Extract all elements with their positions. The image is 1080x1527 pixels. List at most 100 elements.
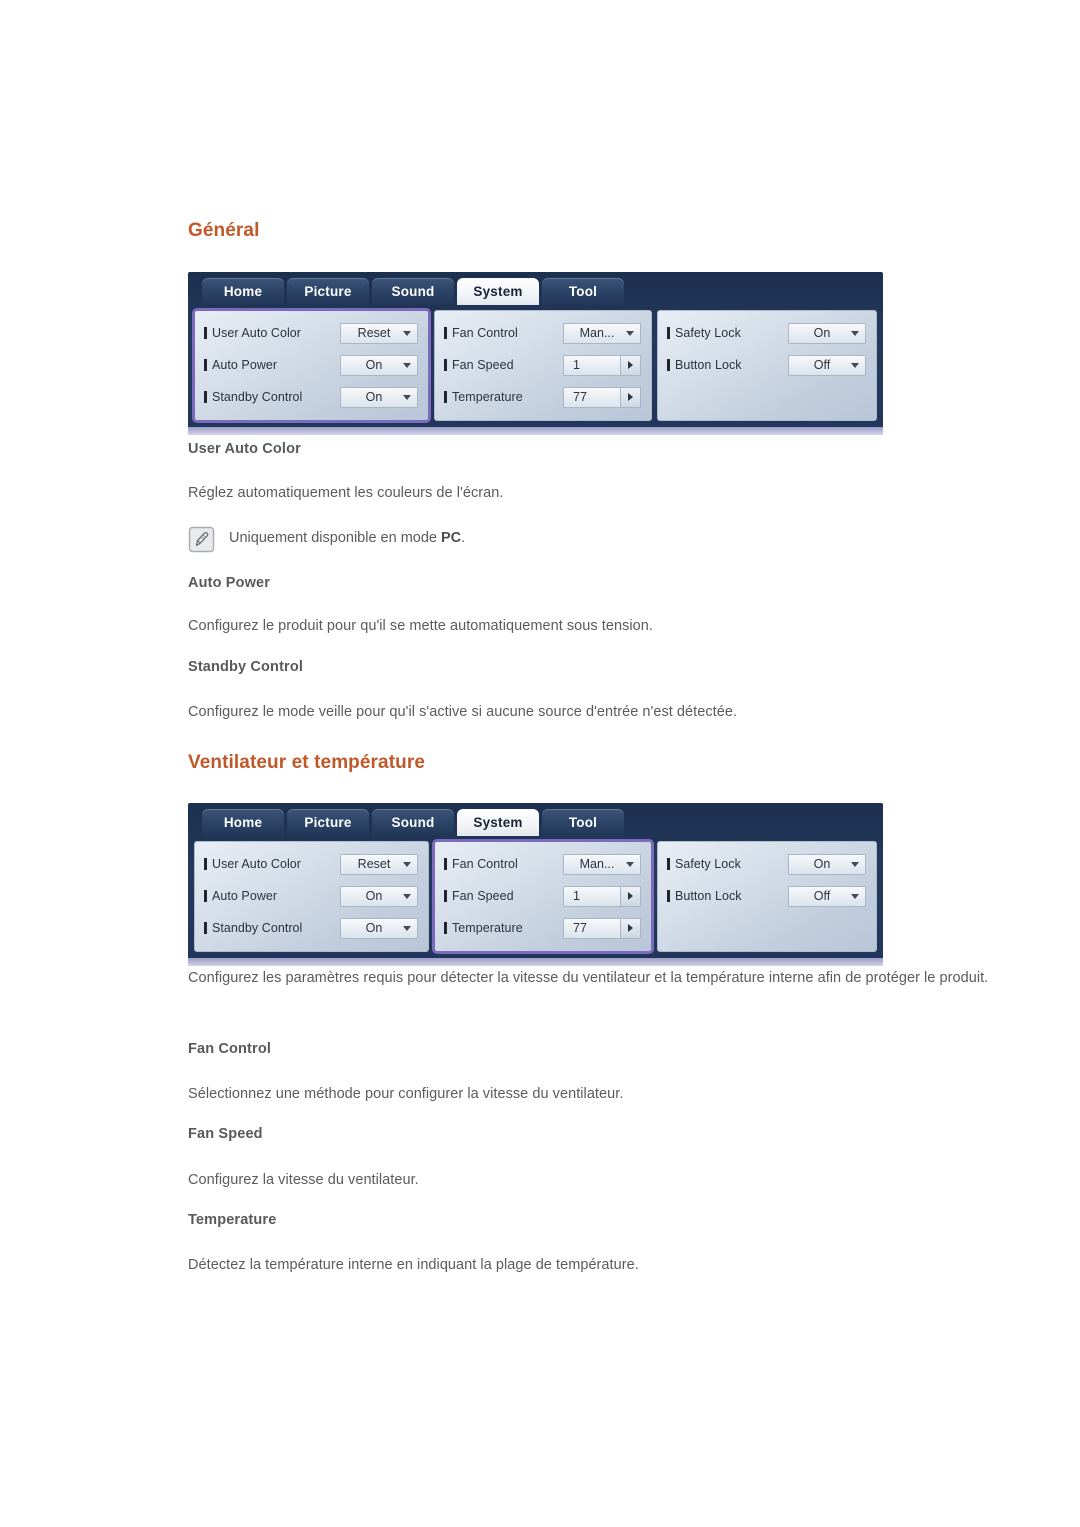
- osd-dropdown-user-auto-color[interactable]: Reset: [340, 853, 418, 875]
- osd-stepper-fan-speed[interactable]: 1: [563, 354, 641, 376]
- osd-tab-home[interactable]: Home: [202, 809, 284, 836]
- osd-screenshot-general: Home Picture Sound System Tool User Auto…: [188, 272, 883, 435]
- osd-label-standby-control: Standby Control: [204, 921, 340, 935]
- osd-tab-home-label: Home: [223, 815, 263, 830]
- stepper-right-button[interactable]: [620, 918, 640, 938]
- osd-tab-bar: Home Picture Sound System Tool: [188, 272, 883, 305]
- osd-dropdown-standby-control[interactable]: On: [340, 386, 418, 408]
- body-text-fan-control: Sélectionnez une méthode pour configurer…: [188, 1086, 624, 1102]
- sub-heading-user-auto-color: User Auto Color: [188, 441, 301, 457]
- chevron-down-icon: [626, 330, 634, 336]
- osd-dropdown-user-auto-color[interactable]: Reset: [340, 322, 418, 344]
- chevron-down-icon: [403, 362, 411, 368]
- osd-panel: Home Picture Sound System Tool User Auto…: [188, 272, 883, 427]
- section-heading-general: Général: [188, 220, 260, 241]
- osd-tab-home[interactable]: Home: [202, 278, 284, 305]
- osd-tab-system[interactable]: System: [457, 809, 539, 836]
- osd-body: User Auto Color Reset Auto Power On Stan…: [188, 836, 883, 958]
- osd-row-auto-power: Auto Power On: [204, 883, 418, 909]
- osd-row-fan-speed: Fan Speed 1: [444, 352, 641, 378]
- osd-row-safety-lock: Safety Lock On: [667, 851, 866, 877]
- osd-dropdown-safety-lock[interactable]: On: [788, 853, 866, 875]
- section-heading-fan: Ventilateur et température: [188, 752, 426, 773]
- osd-tab-tool[interactable]: Tool: [542, 278, 624, 305]
- note-text-after: .: [461, 530, 466, 546]
- osd-tab-home-label: Home: [223, 284, 263, 299]
- bullet-icon: [667, 890, 670, 902]
- osd-row-temperature: Temperature 77: [444, 915, 641, 941]
- chevron-down-icon: [626, 861, 634, 867]
- osd-label-user-auto-color: User Auto Color: [204, 326, 340, 340]
- osd-label-safety-lock: Safety Lock: [667, 326, 788, 340]
- osd-tab-picture[interactable]: Picture: [287, 278, 369, 305]
- osd-panel-shadow: [188, 427, 883, 435]
- osd-row-fan-control: Fan Control Man...: [444, 320, 641, 346]
- osd-column-lock: Safety Lock On Button Lock Off: [657, 841, 877, 952]
- osd-dropdown-fan-control[interactable]: Man...: [563, 322, 641, 344]
- osd-label-fan-speed: Fan Speed: [444, 889, 563, 903]
- osd-stepper-temperature[interactable]: 77: [563, 386, 641, 408]
- sub-heading-fan-control: Fan Control: [188, 1041, 272, 1057]
- note-callout: Uniquement disponible en mode PC.: [188, 525, 465, 553]
- sub-heading-temperature: Temperature: [188, 1212, 277, 1228]
- body-text-fan-speed: Configurez la vitesse du ventilateur.: [188, 1172, 419, 1188]
- bullet-icon: [444, 327, 447, 339]
- osd-tab-sound-label: Sound: [391, 284, 435, 299]
- osd-row-standby-control: Standby Control On: [204, 384, 418, 410]
- osd-body: User Auto Color Reset Auto Power On Stan…: [188, 305, 883, 427]
- osd-row-button-lock: Button Lock Off: [667, 883, 866, 909]
- osd-tab-sound-label: Sound: [391, 815, 435, 830]
- osd-tab-tool[interactable]: Tool: [542, 809, 624, 836]
- bullet-icon: [204, 391, 207, 403]
- osd-stepper-fan-speed[interactable]: 1: [563, 885, 641, 907]
- osd-dropdown-fan-control[interactable]: Man...: [563, 853, 641, 875]
- osd-column-fan: Fan Control Man... Fan Speed 1 Temperatu…: [432, 839, 654, 954]
- osd-screenshot-fan: Home Picture Sound System Tool User Auto…: [188, 803, 883, 966]
- chevron-down-icon: [851, 362, 859, 368]
- osd-stepper-temperature[interactable]: 77: [563, 917, 641, 939]
- osd-dropdown-safety-lock[interactable]: On: [788, 322, 866, 344]
- osd-dropdown-standby-control[interactable]: On: [340, 917, 418, 939]
- osd-tab-picture-label: Picture: [304, 815, 352, 830]
- bullet-icon: [667, 858, 670, 870]
- osd-dropdown-auto-power[interactable]: On: [340, 354, 418, 376]
- osd-label-auto-power: Auto Power: [204, 358, 340, 372]
- osd-row-fan-speed: Fan Speed 1: [444, 883, 641, 909]
- osd-dropdown-button-lock[interactable]: Off: [788, 354, 866, 376]
- chevron-right-icon: [628, 892, 633, 900]
- osd-row-user-auto-color: User Auto Color Reset: [204, 320, 418, 346]
- bullet-icon: [444, 858, 447, 870]
- osd-tab-bar: Home Picture Sound System Tool: [188, 803, 883, 836]
- document-page: Général Home Picture Sound System Tool U…: [188, 0, 1018, 1527]
- osd-row-button-lock: Button Lock Off: [667, 352, 866, 378]
- osd-row-fan-control: Fan Control Man...: [444, 851, 641, 877]
- stepper-right-button[interactable]: [620, 387, 640, 407]
- osd-label-user-auto-color: User Auto Color: [204, 857, 340, 871]
- osd-column-general: User Auto Color Reset Auto Power On Stan…: [192, 308, 431, 423]
- bullet-icon: [444, 391, 447, 403]
- chevron-down-icon: [851, 861, 859, 867]
- chevron-right-icon: [628, 924, 633, 932]
- note-text: Uniquement disponible en mode PC.: [229, 525, 465, 552]
- body-text-auto-power: Configurez le produit pour qu'il se mett…: [188, 618, 653, 634]
- osd-label-button-lock: Button Lock: [667, 889, 788, 903]
- chevron-right-icon: [628, 361, 633, 369]
- stepper-right-button[interactable]: [620, 355, 640, 375]
- chevron-right-icon: [628, 393, 633, 401]
- chevron-down-icon: [403, 330, 411, 336]
- osd-tab-sound[interactable]: Sound: [372, 809, 454, 836]
- osd-dropdown-auto-power[interactable]: On: [340, 885, 418, 907]
- body-text-user-auto-color: Réglez automatiquement les couleurs de l…: [188, 485, 504, 501]
- chevron-down-icon: [403, 925, 411, 931]
- osd-dropdown-button-lock[interactable]: Off: [788, 885, 866, 907]
- stepper-right-button[interactable]: [620, 886, 640, 906]
- osd-column-fan: Fan Control Man... Fan Speed 1 Temperatu…: [434, 310, 652, 421]
- osd-label-auto-power: Auto Power: [204, 889, 340, 903]
- osd-tab-picture[interactable]: Picture: [287, 809, 369, 836]
- osd-tab-sound[interactable]: Sound: [372, 278, 454, 305]
- osd-tab-system[interactable]: System: [457, 278, 539, 305]
- chevron-down-icon: [403, 861, 411, 867]
- bullet-icon: [204, 858, 207, 870]
- osd-label-button-lock: Button Lock: [667, 358, 788, 372]
- osd-tab-tool-label: Tool: [568, 815, 598, 830]
